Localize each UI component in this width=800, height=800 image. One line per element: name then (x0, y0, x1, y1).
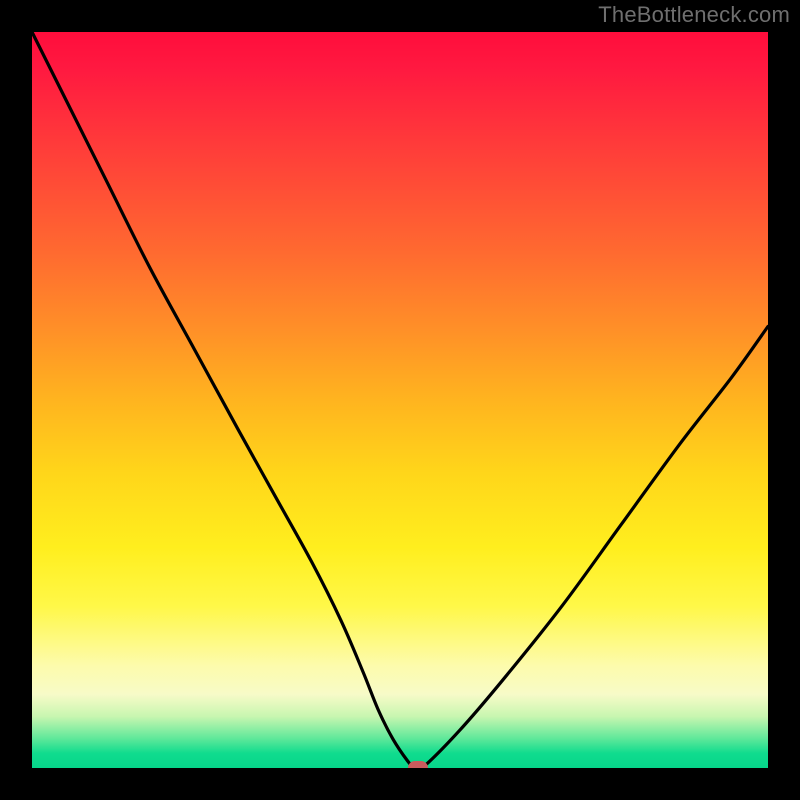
chart-canvas: TheBottleneck.com (0, 0, 800, 800)
watermark-text: TheBottleneck.com (598, 2, 790, 28)
optimal-point-marker (408, 761, 428, 768)
plot-area (32, 32, 768, 768)
bottleneck-curve (32, 32, 768, 768)
